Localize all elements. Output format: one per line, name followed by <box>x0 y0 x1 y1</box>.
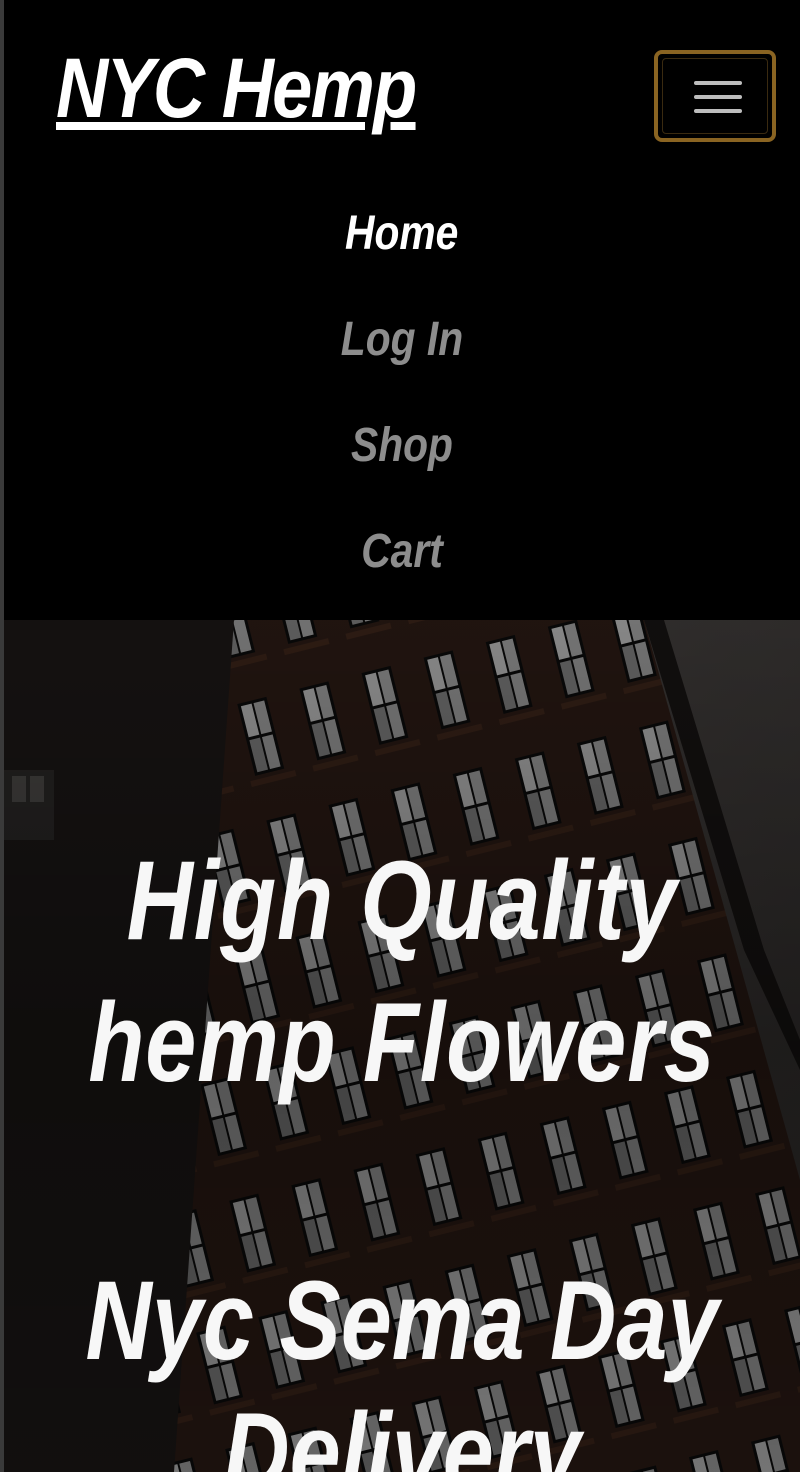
hero-subtitle-line-2: Delivery <box>223 1390 581 1472</box>
hero-section: High Quality hemp Flowers Nyc Sema Day D… <box>4 620 800 1472</box>
hero-title: High Quality hemp Flowers <box>4 830 800 1114</box>
nav-item-cart: Cart <box>4 498 800 604</box>
nav-link-cart[interactable]: Cart <box>361 524 443 579</box>
nav-link-home[interactable]: Home <box>345 206 458 261</box>
brand-logo[interactable]: NYC Hemp <box>56 38 417 138</box>
hero-title-line-1: High Quality <box>126 838 678 963</box>
nav-item-shop: Shop <box>4 392 800 498</box>
hero-subtitle-line-1: Nyc Sema Day <box>85 1258 719 1383</box>
nav-menu: Home Log In Shop Cart <box>4 180 800 604</box>
nav-item-login: Log In <box>4 286 800 392</box>
nav-item-home: Home <box>4 180 800 286</box>
menu-toggle-button[interactable] <box>654 50 776 142</box>
hero-subtitle: Nyc Sema Day Delivery <box>4 1255 800 1472</box>
nav-link-login[interactable]: Log In <box>341 312 463 367</box>
nav-link-shop[interactable]: Shop <box>351 418 453 473</box>
hero-title-line-2: hemp Flowers <box>88 980 716 1105</box>
page-left-edge <box>0 0 4 1472</box>
navbar: NYC Hemp Home Log In Shop Cart <box>4 0 800 620</box>
